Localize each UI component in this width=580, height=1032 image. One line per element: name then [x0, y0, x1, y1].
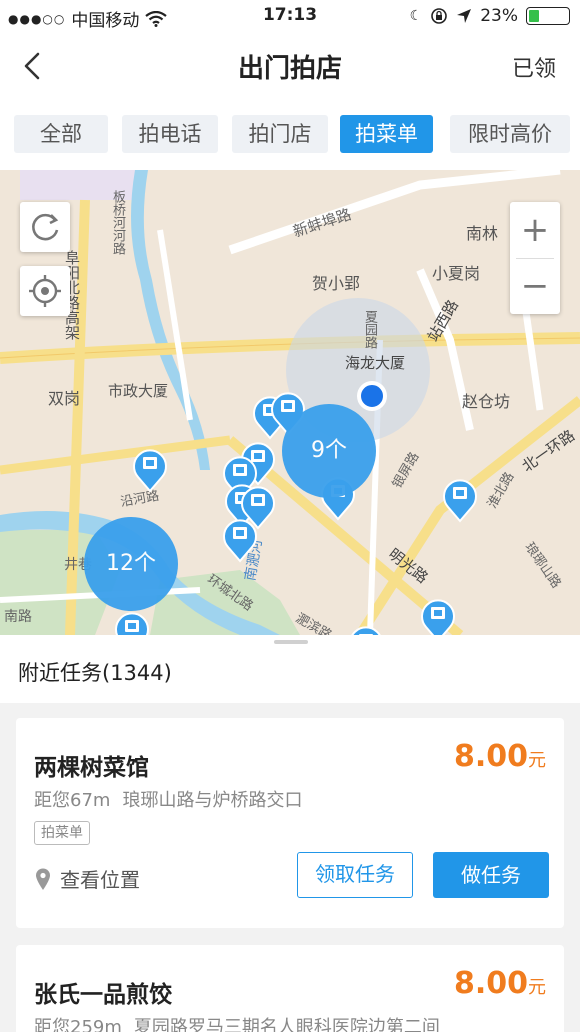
- battery-icon: [526, 7, 570, 25]
- task-distance: 距您259m: [34, 1017, 122, 1032]
- status-right: ☾ 23%: [410, 6, 570, 26]
- price-unit: 元: [528, 977, 546, 998]
- task-pin[interactable]: [112, 608, 152, 635]
- task-name: 两棵树菜馆: [34, 755, 149, 781]
- task-address: 夏园路罗马三期名人眼科医院边第二间: [133, 1017, 440, 1032]
- tab-limited-high-price[interactable]: 限时高价: [450, 115, 570, 153]
- task-pin[interactable]: [130, 445, 170, 493]
- task-pin[interactable]: [346, 622, 386, 635]
- status-bar: ●●●○○ 中国移动 17:13 ☾ 23%: [0, 0, 580, 32]
- nearby-tasks-title: 附近任务(1344): [18, 661, 172, 685]
- refresh-icon: [32, 213, 59, 241]
- nearby-task-sheet: 附近任务(1344) 两棵树菜馆 8.00元 距您67m 琅琊山路与炉桥路交口 拍…: [0, 635, 580, 1032]
- battery-percent: 23%: [480, 6, 518, 26]
- task-type-tag: 拍菜单: [34, 821, 90, 845]
- location-pin-icon: [36, 868, 50, 890]
- tab-menu[interactable]: 拍菜单: [340, 115, 433, 153]
- page-title: 出门拍店: [237, 54, 342, 84]
- task-pin[interactable]: [418, 595, 458, 635]
- task-address: 琅琊山路与炉桥路交口: [122, 790, 303, 811]
- price-amount: 8.00: [453, 739, 528, 774]
- view-location-link[interactable]: 查看位置: [34, 864, 140, 893]
- cluster-marker[interactable]: 9个: [282, 404, 376, 498]
- price-amount: 8.00: [453, 966, 528, 1001]
- task-price: 8.00元: [454, 739, 546, 774]
- refresh-button[interactable]: [20, 202, 70, 252]
- task-meta: 距您259m 夏园路罗马三期名人眼科医院边第二间: [34, 1013, 440, 1032]
- filter-tabs: 全部 拍电话 拍门店 拍菜单 限时高价: [0, 100, 580, 170]
- tab-all[interactable]: 全部: [14, 115, 108, 153]
- tab-phone[interactable]: 拍电话: [122, 115, 218, 153]
- task-distance: 距您67m: [34, 790, 111, 811]
- task-pin[interactable]: [440, 475, 480, 523]
- task-card[interactable]: 张氏一品煎饺 8.00元 距您259m 夏园路罗马三期名人眼科医院边第二间: [16, 945, 564, 1032]
- price-unit: 元: [528, 750, 546, 771]
- map-view[interactable]: 新蚌埠路 南林 贺小郢 小夏岗 夏园路 阜阳北路高架 板桥河河路 海龙大厦 站西…: [0, 170, 580, 635]
- do-task-button[interactable]: 做任务: [433, 852, 549, 898]
- rotation-lock-icon: [431, 8, 448, 24]
- task-price: 8.00元: [454, 966, 546, 1001]
- zoom-control: + −: [510, 202, 560, 314]
- tab-storefront[interactable]: 拍门店: [232, 115, 328, 153]
- task-card[interactable]: 两棵树菜馆 8.00元 距您67m 琅琊山路与炉桥路交口 拍菜单 查看位置 领取任…: [16, 718, 564, 928]
- zoom-in-button[interactable]: +: [510, 202, 560, 258]
- crosshair-icon: [29, 275, 61, 307]
- sheet-drag-handle[interactable]: [274, 640, 308, 644]
- task-pin[interactable]: [220, 515, 260, 563]
- moon-icon: ☾: [409, 8, 423, 24]
- claimed-link[interactable]: 已领: [512, 51, 556, 83]
- claim-task-button[interactable]: 领取任务: [297, 852, 413, 898]
- locate-button[interactable]: [20, 266, 70, 316]
- task-name: 张氏一品煎饺: [34, 982, 172, 1008]
- task-meta: 距您67m 琅琊山路与炉桥路交口: [34, 786, 302, 812]
- sheet-header: 附近任务(1344): [0, 635, 580, 703]
- zoom-out-button[interactable]: −: [510, 258, 560, 314]
- nav-bar: 出门拍店 已领: [0, 32, 580, 100]
- location-arrow-icon: [457, 9, 472, 23]
- cluster-marker[interactable]: 12个: [84, 517, 178, 611]
- view-location-label: 查看位置: [60, 868, 140, 892]
